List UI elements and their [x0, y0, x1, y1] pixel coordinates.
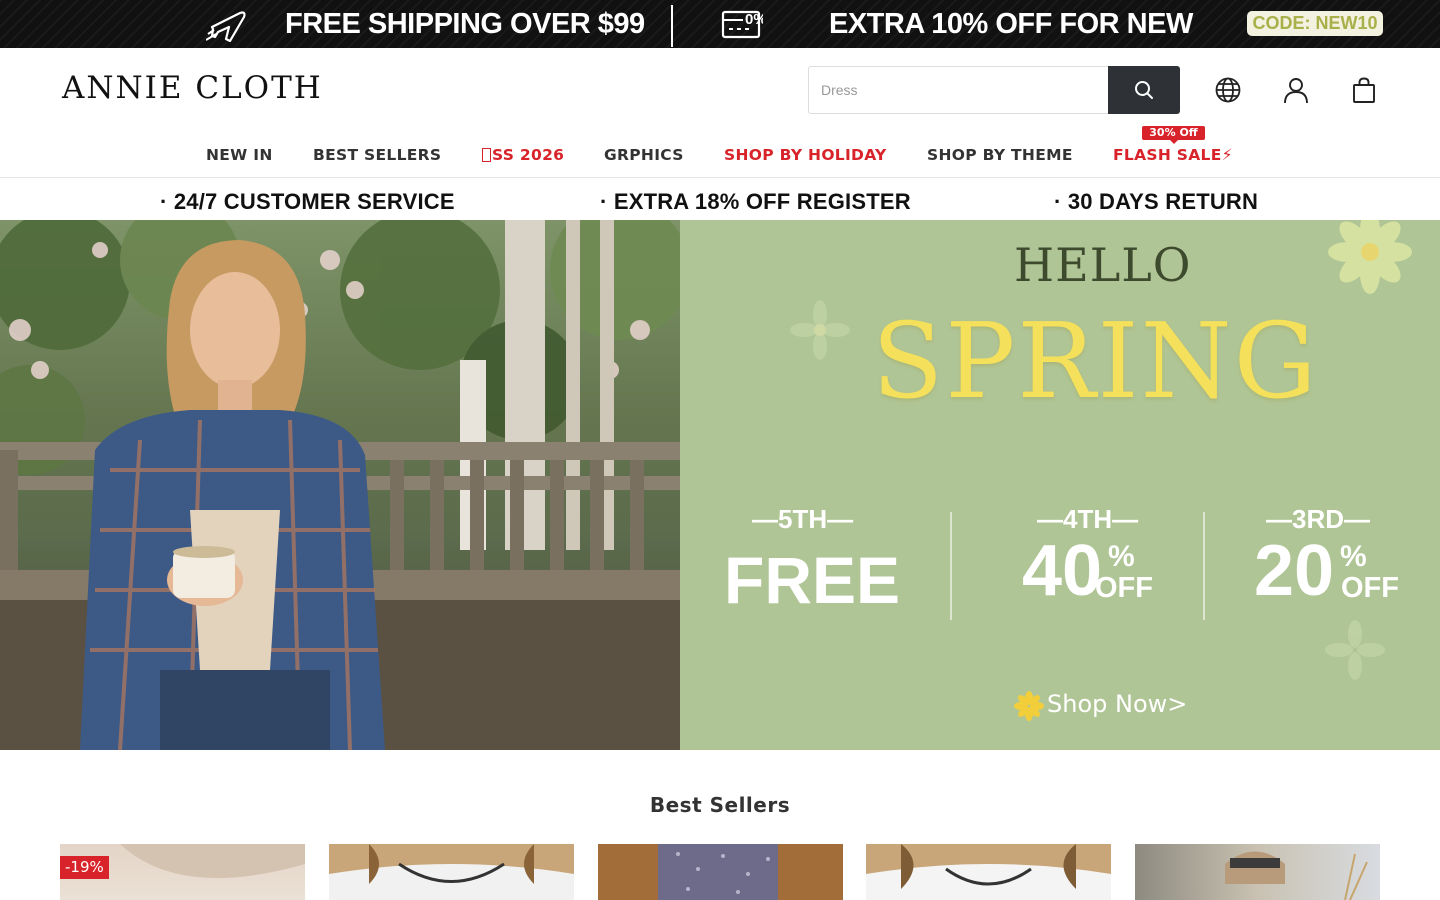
discount-badge: -19%	[60, 856, 109, 879]
offer-tier-5th: —5TH—	[752, 504, 854, 534]
hero-hello-text: HELLO	[1014, 238, 1192, 292]
search-button[interactable]	[1108, 66, 1180, 114]
user-icon	[1284, 78, 1308, 104]
promo-divider	[671, 5, 673, 47]
search-input[interactable]	[808, 66, 1108, 114]
service-customer-service: · 24/7 CUSTOMER SERVICE	[160, 189, 455, 214]
product-card[interactable]	[1135, 844, 1380, 900]
airplane-icon	[206, 11, 246, 42]
offer-unit-percent-20: %	[1340, 540, 1367, 573]
nav-shop-by-holiday[interactable]: SHOP BY HOLIDAY	[724, 146, 887, 164]
offer-value-20: 20	[1254, 531, 1335, 611]
svg-text:0%: 0%	[745, 11, 763, 28]
shopping-bag-icon	[1353, 77, 1375, 103]
service-register-discount: · EXTRA 18% OFF REGISTER	[600, 189, 911, 214]
site-logo[interactable]: ANNIE CLOTH	[62, 70, 323, 106]
best-sellers-title: Best Sellers	[649, 793, 791, 817]
service-returns: · 30 DAYS RETURN	[1054, 189, 1259, 214]
product-card[interactable]	[329, 844, 574, 900]
hero-photo-woman-on-bench	[0, 220, 680, 750]
product-image	[866, 844, 1111, 900]
cart-button[interactable]	[1349, 75, 1379, 105]
promo-code-badge[interactable]: CODE: NEW10	[1247, 11, 1383, 36]
promo-bar: FREE SHIPPING OVER $99 0% EXTRA 10% OFF …	[0, 0, 1440, 48]
product-image	[1225, 851, 1368, 900]
hero-promo-panel[interactable]: HELLO SPRING —5TH— FREE —4TH— 40 % OFF —…	[680, 220, 1440, 750]
search-icon	[1135, 81, 1153, 99]
offer-divider	[1203, 512, 1205, 620]
missing-glyph-icon	[482, 148, 491, 162]
product-card[interactable]	[598, 844, 843, 900]
offer-suffix-off-40: OFF	[1095, 572, 1153, 604]
nav-graphics[interactable]: GRPHICS	[604, 146, 684, 164]
product-image	[329, 844, 574, 900]
product-card[interactable]	[866, 844, 1111, 900]
nav-shop-by-theme[interactable]: SHOP BY THEME	[927, 146, 1073, 164]
nav-new-in[interactable]: NEW IN	[206, 146, 273, 164]
offer-value-40: 40	[1022, 531, 1103, 611]
shop-now-link[interactable]: Shop Now>	[1047, 690, 1187, 718]
nav-best-sellers[interactable]: BEST SELLERS	[313, 146, 441, 164]
promo-extra-text: EXTRA 10% OFF FOR NEW	[829, 7, 1193, 40]
service-bar: · 24/7 CUSTOMER SERVICE · EXTRA 18% OFF …	[0, 179, 1440, 220]
offer-divider	[950, 512, 952, 620]
flash-sale-badge: 30% Off	[1142, 126, 1205, 144]
hero-banner[interactable]: HELLO SPRING —5TH— FREE —4TH— 40 % OFF —…	[0, 220, 1440, 750]
offer-unit-percent-40: %	[1108, 540, 1135, 573]
globe-icon	[1215, 77, 1241, 103]
nav-ss-2026[interactable]: SS 2026	[482, 146, 564, 164]
nav-ss-2026-label: SS 2026	[492, 146, 565, 164]
offer-value-free: FREE	[724, 543, 901, 617]
product-image	[658, 844, 778, 900]
promo-shipping-text: FREE SHIPPING OVER $99	[285, 7, 645, 40]
offer-suffix-off-20: OFF	[1341, 572, 1399, 604]
main-nav: NEW IN BEST SELLERS SS 2026 GRPHICS SHOP…	[0, 140, 1440, 178]
nav-flash-sale[interactable]: FLASH SALE⚡	[1113, 146, 1233, 164]
account-button[interactable]	[1281, 75, 1311, 105]
coupon-icon: 0%	[721, 10, 763, 39]
hero-headline: SPRING	[872, 300, 1319, 422]
language-button[interactable]	[1213, 75, 1243, 105]
